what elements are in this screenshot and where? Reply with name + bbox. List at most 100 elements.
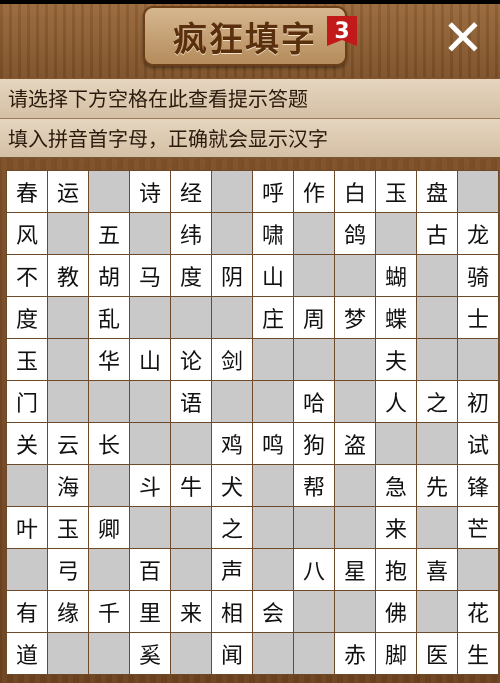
grid-cell[interactable]: 诗 (130, 171, 170, 212)
grid-cell[interactable]: 庄 (253, 297, 293, 338)
grid-cell[interactable]: 山 (130, 339, 170, 380)
grid-cell[interactable]: 教 (48, 255, 88, 296)
grid-cell[interactable]: 来 (171, 591, 211, 632)
grid-cell[interactable]: 风 (7, 213, 47, 254)
grid-cell[interactable]: 千 (89, 591, 129, 632)
grid-cell[interactable]: 赤 (335, 633, 375, 674)
grid-cell[interactable]: 生 (458, 633, 498, 674)
grid-cell[interactable]: 长 (89, 423, 129, 464)
grid-cell[interactable]: 啸 (253, 213, 293, 254)
grid-cell[interactable]: 之 (212, 507, 252, 548)
grid-cell[interactable]: 论 (171, 339, 211, 380)
grid-cell[interactable]: 呼 (253, 171, 293, 212)
grid-blank-cell (335, 591, 375, 632)
grid-cell[interactable]: 山 (253, 255, 293, 296)
grid-blank-cell (417, 507, 457, 548)
grid-cell[interactable]: 试 (458, 423, 498, 464)
grid-cell[interactable]: 先 (417, 465, 457, 506)
grid-cell[interactable]: 牛 (171, 465, 211, 506)
grid-cell[interactable]: 华 (89, 339, 129, 380)
grid-cell[interactable]: 医 (417, 633, 457, 674)
grid-cell[interactable]: 道 (7, 633, 47, 674)
grid-cell[interactable]: 喜 (417, 549, 457, 590)
grid-cell[interactable]: 作 (294, 171, 334, 212)
grid-cell[interactable]: 盘 (417, 171, 457, 212)
grid-cell[interactable]: 里 (130, 591, 170, 632)
grid-cell[interactable]: 经 (171, 171, 211, 212)
grid-blank-cell (335, 339, 375, 380)
grid-cell[interactable]: 声 (212, 549, 252, 590)
grid-cell[interactable]: 龙 (458, 213, 498, 254)
grid-cell[interactable]: 蝴 (376, 255, 416, 296)
grid-cell[interactable]: 五 (89, 213, 129, 254)
grid-blank-cell (89, 633, 129, 674)
grid-cell[interactable]: 剑 (212, 339, 252, 380)
grid-cell[interactable]: 蝶 (376, 297, 416, 338)
grid-cell[interactable]: 春 (7, 171, 47, 212)
grid-cell[interactable]: 乱 (89, 297, 129, 338)
grid-cell[interactable]: 芒 (458, 507, 498, 548)
grid-cell[interactable]: 相 (212, 591, 252, 632)
grid-cell[interactable]: 脚 (376, 633, 416, 674)
grid-cell[interactable]: 门 (7, 381, 47, 422)
grid-cell[interactable]: 鸽 (335, 213, 375, 254)
grid-cell[interactable]: 周 (294, 297, 334, 338)
grid-cell[interactable]: 运 (48, 171, 88, 212)
grid-cell[interactable]: 弓 (48, 549, 88, 590)
grid-cell[interactable]: 百 (130, 549, 170, 590)
grid-cell[interactable]: 士 (458, 297, 498, 338)
grid-cell[interactable]: 缘 (48, 591, 88, 632)
grid-cell[interactable]: 急 (376, 465, 416, 506)
grid-cell[interactable]: 八 (294, 549, 334, 590)
grid-cell[interactable]: 玉 (7, 339, 47, 380)
grid-cell[interactable]: 古 (417, 213, 457, 254)
grid-cell[interactable]: 卿 (89, 507, 129, 548)
grid-cell[interactable]: 奚 (130, 633, 170, 674)
grid-cell[interactable]: 人 (376, 381, 416, 422)
grid-blank-cell (417, 423, 457, 464)
grid-cell[interactable]: 梦 (335, 297, 375, 338)
grid-cell[interactable]: 度 (7, 297, 47, 338)
grid-cell[interactable]: 骑 (458, 255, 498, 296)
grid-cell[interactable]: 佛 (376, 591, 416, 632)
grid-cell[interactable]: 度 (171, 255, 211, 296)
grid-cell[interactable]: 哈 (294, 381, 334, 422)
grid-cell[interactable]: 关 (7, 423, 47, 464)
grid-cell[interactable]: 白 (335, 171, 375, 212)
grid-cell[interactable]: 抱 (376, 549, 416, 590)
close-icon[interactable]: ✕ (440, 13, 486, 63)
grid-cell[interactable]: 纬 (171, 213, 211, 254)
grid-blank-cell (130, 381, 170, 422)
grid-cell[interactable]: 叶 (7, 507, 47, 548)
grid-cell[interactable]: 阴 (212, 255, 252, 296)
grid-cell[interactable]: 盗 (335, 423, 375, 464)
grid-cell[interactable]: 犬 (212, 465, 252, 506)
grid-cell[interactable]: 锋 (458, 465, 498, 506)
grid-cell[interactable]: 马 (130, 255, 170, 296)
grid-cell[interactable]: 语 (171, 381, 211, 422)
grid-cell[interactable]: 斗 (130, 465, 170, 506)
grid-cell[interactable]: 会 (253, 591, 293, 632)
grid-cell[interactable]: 云 (48, 423, 88, 464)
grid-cell[interactable]: 鸡 (212, 423, 252, 464)
grid-blank-cell (253, 633, 293, 674)
grid-blank-cell (253, 549, 293, 590)
grid-cell[interactable]: 之 (417, 381, 457, 422)
grid-cell[interactable]: 胡 (89, 255, 129, 296)
grid-cell[interactable]: 玉 (48, 507, 88, 548)
grid-cell[interactable]: 鸣 (253, 423, 293, 464)
grid-cell[interactable]: 花 (458, 591, 498, 632)
grid-cell[interactable]: 海 (48, 465, 88, 506)
grid-blank-cell (48, 297, 88, 338)
grid-cell[interactable]: 狗 (294, 423, 334, 464)
grid-cell[interactable]: 星 (335, 549, 375, 590)
grid-cell[interactable]: 初 (458, 381, 498, 422)
grid-blank-cell (294, 255, 334, 296)
grid-cell[interactable]: 帮 (294, 465, 334, 506)
grid-cell[interactable]: 来 (376, 507, 416, 548)
grid-cell[interactable]: 有 (7, 591, 47, 632)
grid-cell[interactable]: 不 (7, 255, 47, 296)
grid-cell[interactable]: 夫 (376, 339, 416, 380)
grid-cell[interactable]: 玉 (376, 171, 416, 212)
grid-cell[interactable]: 闻 (212, 633, 252, 674)
